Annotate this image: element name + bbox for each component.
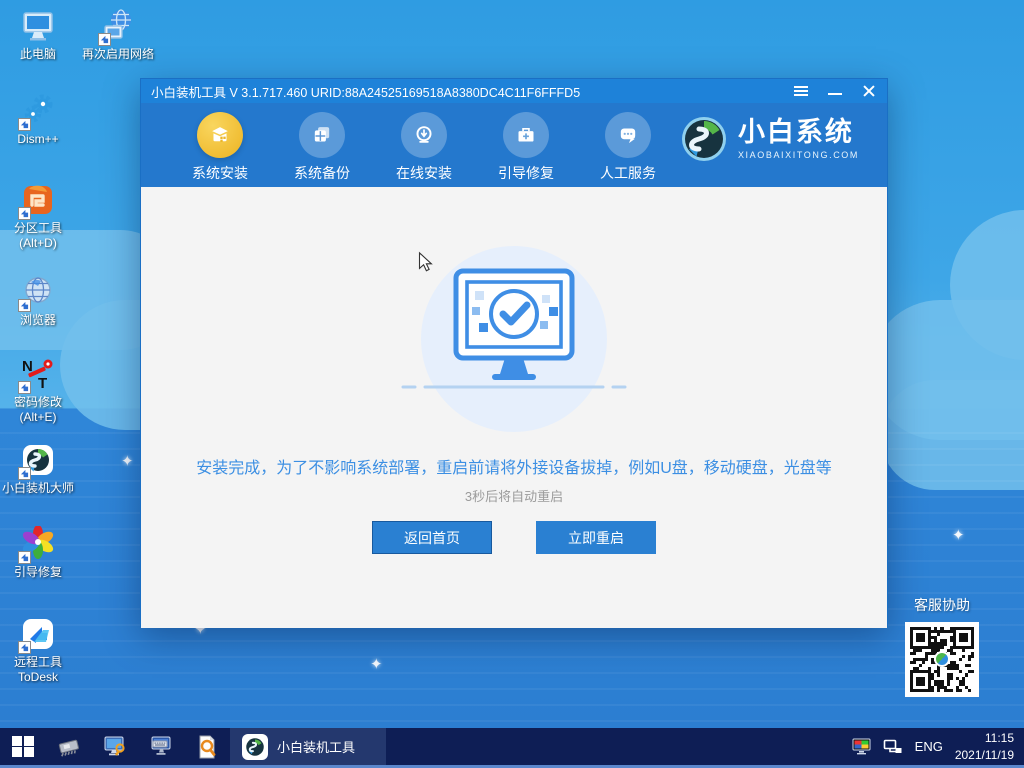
display-color-tray-icon[interactable] <box>852 738 871 755</box>
window-titlebar: 小白装机工具 V 3.1.717.460 URID:88A24525169518… <box>141 79 887 103</box>
tab-online-install[interactable]: 在线安装 <box>373 103 475 183</box>
xiaobai-logo-icon <box>681 117 726 161</box>
install-box-icon <box>212 127 228 142</box>
restart-now-button[interactable]: 立即重启 <box>536 521 656 554</box>
desktop-icon-xiaobai-master[interactable]: 小白装机大师 <box>0 442 80 496</box>
taskbar-item-osk[interactable] <box>138 728 184 765</box>
online-download-icon <box>416 126 432 143</box>
taskbar-active-task[interactable]: 小白装机工具 <box>230 728 386 765</box>
qr-code <box>904 622 980 697</box>
desktop-icon-todesk[interactable]: 远程工具 ToDesk <box>0 616 76 685</box>
desktop-icon-label: Dism++ <box>17 132 59 146</box>
sparkle: ✦ <box>952 527 965 544</box>
sparkle: ✦ <box>121 453 134 470</box>
completion-message: 安装完成，为了不影响系统部署，重启前请将外接设备拔掉，例如U盘，移动硬盘，光盘等 <box>196 460 832 477</box>
desktop-icon-browser[interactable]: 浏览器 <box>0 274 76 328</box>
shortcut-arrow-icon <box>98 33 111 46</box>
search-document-icon <box>199 735 216 758</box>
desktop-icon-boot-repair[interactable]: 引导修复 <box>0 526 76 580</box>
brand-domain: XIAOBAIXITONG.COM <box>737 149 859 160</box>
tab-label: 系统备份 <box>294 165 350 181</box>
shortcut-arrow-icon <box>18 551 31 564</box>
auto-restart-countdown: 3秒后将自动重启 <box>464 489 564 504</box>
taskbar-item-log-viewer[interactable] <box>184 728 230 765</box>
monitor-check-illustration <box>401 246 627 432</box>
desktop-icon-this-pc[interactable]: 此电脑 <box>0 8 76 62</box>
shortcut-arrow-icon <box>18 381 31 394</box>
language-indicator[interactable]: ENG <box>915 739 943 754</box>
backup-windows-icon <box>314 127 330 142</box>
tab-boot-repair[interactable]: 引导修复 <box>475 103 577 183</box>
desktop-icon-enable-network[interactable]: 再次启用网络 <box>70 8 166 62</box>
window-navbar: 系统安装 系统备份 在线安装 引导修复 人工服务 小白系统 XIAOBAIXIT… <box>141 103 887 187</box>
support-label: 客服协助 <box>914 597 970 613</box>
start-button[interactable] <box>0 728 46 765</box>
brand-name: 小白系统 <box>737 117 854 148</box>
clock-date: 2021/11/19 <box>954 747 1014 762</box>
minimize-icon[interactable] <box>827 84 843 98</box>
tab-human-service[interactable]: 人工服务 <box>577 103 679 183</box>
taskbar-item-display-tool[interactable] <box>92 728 138 765</box>
desktop-icon-dism[interactable]: Dism++ <box>0 93 76 147</box>
back-home-button[interactable]: 返回首页 <box>372 521 492 554</box>
taskbar-clock[interactable]: 11:15 2021/11/19 <box>955 730 1014 762</box>
monitor-config-icon <box>104 736 125 756</box>
taskbar: 小白装机工具 ENG 11:15 2021/11/19 <box>0 728 1024 768</box>
window-content: 安装完成，为了不影响系统部署，重启前请将外接设备拔掉，例如U盘，移动硬盘，光盘等… <box>141 187 887 628</box>
active-task-label: 小白装机工具 <box>277 740 356 755</box>
shortcut-arrow-icon <box>18 467 31 480</box>
support-panel: 客服协助 <box>904 595 980 697</box>
app-window: 小白装机工具 V 3.1.717.460 URID:88A24525169518… <box>140 78 888 628</box>
shortcut-arrow-icon <box>18 118 31 131</box>
brand-logo: 小白系统 XIAOBAIXITONG.COM <box>680 103 863 163</box>
menu-icon[interactable] <box>793 84 809 98</box>
this-pc-icon <box>23 12 53 41</box>
desktop-icon-label: 引导修复 <box>13 565 62 579</box>
tab-label: 人工服务 <box>600 165 656 181</box>
network-tray-icon[interactable] <box>883 739 903 755</box>
taskbar-item-memory-tool[interactable] <box>46 728 92 765</box>
keyboard-monitor-icon <box>151 736 171 755</box>
close-icon[interactable] <box>861 84 877 98</box>
desktop-icon-password-reset[interactable]: N T 密码修改 (Alt+E) <box>0 356 76 425</box>
shortcut-arrow-icon <box>18 641 31 654</box>
desktop-icon-partition-tool[interactable]: 分区工具 (Alt+D) <box>0 182 76 251</box>
desktop-icon-label: 分区工具 (Alt+D) <box>13 221 62 250</box>
desktop-icon-label: 浏览器 <box>19 313 56 327</box>
desktop-icon-label: 此电脑 <box>19 47 56 61</box>
system-tray: ENG 11:15 2021/11/19 <box>852 728 1024 765</box>
window-title: 小白装机工具 V 3.1.717.460 URID:88A24525169518… <box>151 85 581 100</box>
shortcut-arrow-icon <box>18 207 31 220</box>
xiaobai-task-icon <box>242 733 268 760</box>
windows-logo-icon <box>12 735 34 758</box>
service-chat-icon <box>620 128 636 144</box>
tab-system-backup[interactable]: 系统备份 <box>271 103 373 183</box>
desktop-icon-label: 远程工具 ToDesk <box>13 655 62 684</box>
desktop-icon-label: 密码修改 (Alt+E) <box>13 395 62 424</box>
sparkle: ✦ <box>370 656 383 673</box>
shortcut-arrow-icon <box>18 299 31 312</box>
tab-system-install[interactable]: 系统安装 <box>169 103 271 183</box>
tab-label: 引导修复 <box>498 165 554 181</box>
tab-label: 在线安装 <box>396 165 452 181</box>
memory-chip-icon <box>58 739 79 757</box>
desktop-icon-label: 小白装机大师 <box>1 481 74 495</box>
desktop-icon-label: 再次启用网络 <box>81 47 154 61</box>
repair-toolbox-icon <box>518 127 534 142</box>
tab-label: 系统安装 <box>192 165 248 181</box>
clock-time: 11:15 <box>984 731 1014 746</box>
svg-text:T: T <box>38 375 47 392</box>
